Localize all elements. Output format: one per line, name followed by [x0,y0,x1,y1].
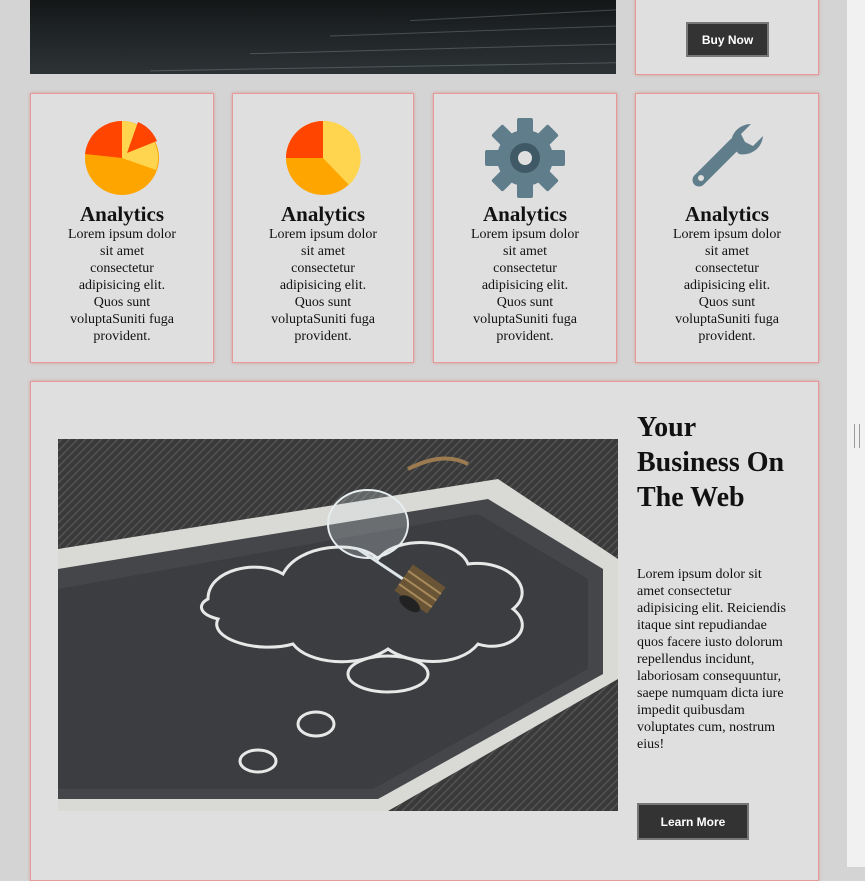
feature-text: Lorem ipsum dolor sit amet consectetur a… [672,227,782,344]
business-title: Your Business On The Web [637,412,785,513]
feature-card: Analytics Lorem ipsum dolor sit amet con… [635,93,819,363]
feature-title: Analytics [685,202,769,226]
feature-card: Analytics Lorem ipsum dolor sit amet con… [433,93,617,363]
feature-title: Analytics [483,202,567,226]
learn-more-button[interactable]: Learn More [637,803,749,840]
pie-chart-icon [82,118,162,198]
hero-image [30,0,616,74]
feature-title: Analytics [80,202,164,226]
feature-card: Analytics Lorem ipsum dolor sit amet con… [232,93,414,363]
business-text: Lorem ipsum dolor sit amet consectetur a… [637,567,786,752]
gear-icon [485,118,565,198]
pie-chart-icon [283,118,363,198]
scrollbar-grip[interactable] [854,424,860,448]
feature-text: Lorem ipsum dolor sit amet consectetur a… [268,227,378,344]
pricing-card: Buy Now [635,0,819,75]
feature-text: Lorem ipsum dolor sit amet consectetur a… [470,227,580,344]
lightbulb-chalkboard-image [58,439,618,811]
buy-now-button[interactable]: Buy Now [686,22,769,57]
wrench-icon [687,118,767,198]
feature-text: Lorem ipsum dolor sit amet consectetur a… [67,227,177,344]
feature-title: Analytics [281,202,365,226]
feature-card: Analytics Lorem ipsum dolor sit amet con… [30,93,214,363]
